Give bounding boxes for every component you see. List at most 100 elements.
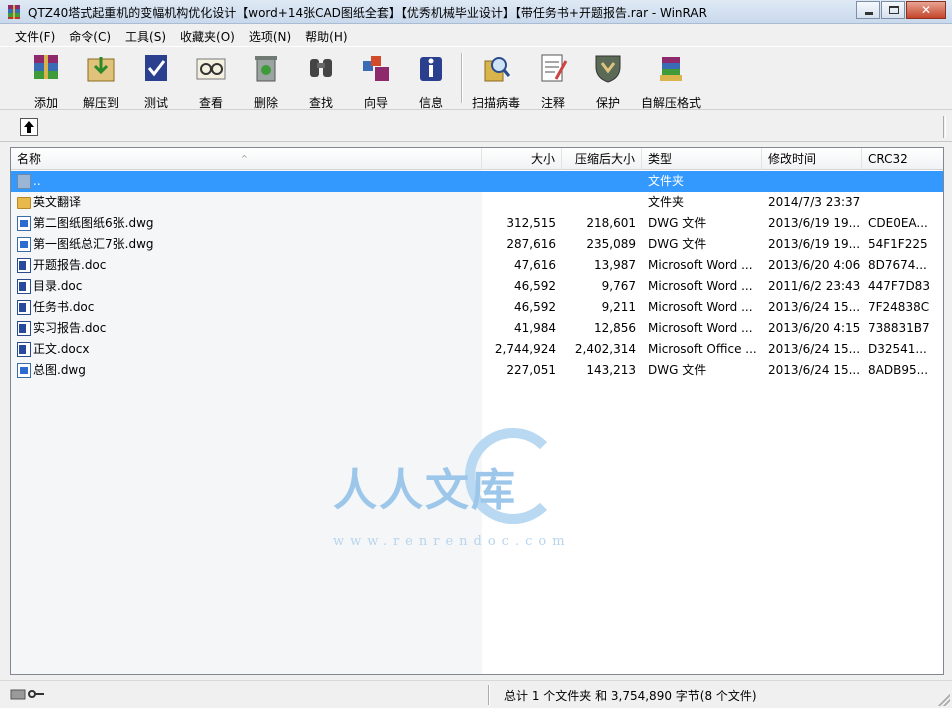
file-size bbox=[482, 192, 556, 213]
column-header-name[interactable]: 名称 ^ bbox=[11, 148, 482, 170]
info-icon bbox=[420, 57, 442, 81]
protect-button[interactable]: 保护 bbox=[580, 49, 636, 110]
file-size: 227,051 bbox=[506, 363, 556, 377]
file-row[interactable]: 第一图纸总汇7张.dwg 287,616 235,089 DWG 文件 2013/6/1… bbox=[11, 234, 943, 255]
file-row[interactable]: 正文.docx 2,744,924 2,402,314 Microsoft Offic… bbox=[11, 339, 943, 360]
extract-button[interactable]: 解压到 bbox=[73, 49, 129, 110]
menu-file[interactable]: 文件(F) bbox=[8, 25, 62, 45]
minimize-icon bbox=[865, 12, 873, 15]
add-icon bbox=[34, 55, 58, 79]
address-bar-grip bbox=[943, 116, 946, 138]
menu-tools[interactable]: 工具(S) bbox=[118, 25, 173, 45]
column-header-size[interactable]: 大小 bbox=[482, 148, 562, 170]
file-crc32: 738831B7 bbox=[868, 321, 930, 335]
file-row[interactable]: 英文翻译 文件夹 2014/7/3 23:37 bbox=[11, 192, 943, 213]
view-button[interactable]: 查看 bbox=[183, 49, 239, 110]
file-packed-size: 9,211 bbox=[601, 300, 636, 314]
protect-icon bbox=[595, 55, 621, 83]
file-modified: 2013/6/24 15... bbox=[768, 363, 861, 377]
title-bar[interactable]: QTZ40塔式起重机的变幅机构优化设计【word+14张CAD图纸全套】【优秀机… bbox=[0, 0, 952, 24]
status-summary: 总计 1 个文件夹 和 3,754,890 字节(8 个文件) bbox=[504, 689, 757, 703]
file-modified: 2013/6/20 4:06 bbox=[768, 258, 861, 272]
menu-favorites[interactable]: 收藏夹(O) bbox=[173, 25, 242, 45]
column-header-modified[interactable]: 修改时间 bbox=[762, 148, 862, 170]
wizard-label: 向导 bbox=[363, 96, 388, 110]
info-button[interactable]: 信息 bbox=[403, 49, 459, 110]
file-size: 41,984 bbox=[514, 321, 556, 335]
toolbar: 添加 解压到 测试 查看 删除 查找 向导 信息 扫描病毒 注释 保护 自解压格… bbox=[0, 46, 952, 110]
test-button[interactable]: 测试 bbox=[128, 49, 184, 110]
window-title: QTZ40塔式起重机的变幅机构优化设计【word+14张CAD图纸全套】【优秀机… bbox=[28, 6, 707, 20]
menu-options[interactable]: 选项(N) bbox=[242, 25, 298, 45]
wizard-button[interactable]: 向导 bbox=[348, 49, 404, 110]
file-row[interactable]: 第二图纸图纸6张.dwg 312,515 218,601 DWG 文件 2013/6/1… bbox=[11, 213, 943, 234]
file-type: DWG 文件 bbox=[648, 216, 707, 230]
menu-bar: 文件(F) 命令(C) 工具(S) 收藏夹(O) 选项(N) 帮助(H) bbox=[0, 25, 952, 45]
file-row[interactable]: 任务书.doc 46,592 9,211 Microsoft Word ... 2013… bbox=[11, 297, 943, 318]
find-button[interactable]: 查找 bbox=[293, 49, 349, 110]
file-packed-size: 12,856 bbox=[594, 321, 636, 335]
file-packed-size: 218,601 bbox=[586, 216, 636, 230]
column-header-crc32[interactable]: CRC32 bbox=[862, 148, 943, 170]
file-name: .. bbox=[33, 174, 41, 188]
file-modified: 2013/6/20 4:15 bbox=[768, 321, 861, 335]
word-file-icon bbox=[17, 300, 31, 315]
word-file-icon bbox=[17, 321, 31, 336]
menu-commands[interactable]: 命令(C) bbox=[62, 25, 118, 45]
extract-icon bbox=[87, 57, 115, 82]
up-one-level-button[interactable] bbox=[20, 118, 38, 136]
file-type: Microsoft Word ... bbox=[648, 258, 753, 272]
file-crc32: D32541... bbox=[868, 342, 927, 356]
file-list[interactable]: 名称 ^ 大小 压缩后大小 类型 修改时间 CRC32 .. 文件夹英文翻译 文件夹… bbox=[10, 147, 944, 675]
file-type: DWG 文件 bbox=[648, 237, 707, 251]
winrar-app-icon bbox=[8, 5, 20, 19]
file-row[interactable]: 总图.dwg 227,051 143,213 DWG 文件 2013/6/24 15..… bbox=[11, 360, 943, 381]
file-row[interactable]: .. 文件夹 bbox=[11, 171, 943, 192]
comment-button[interactable]: 注释 bbox=[525, 49, 581, 110]
virus-scan-button[interactable]: 扫描病毒 bbox=[468, 49, 524, 110]
delete-button[interactable]: 删除 bbox=[238, 49, 294, 110]
column-header-packed[interactable]: 压缩后大小 bbox=[562, 148, 642, 170]
file-name: 实习报告.doc bbox=[33, 321, 107, 335]
file-name: 目录.doc bbox=[33, 279, 83, 293]
file-name: 任务书.doc bbox=[33, 300, 95, 314]
file-size bbox=[482, 171, 556, 192]
file-type: Microsoft Word ... bbox=[648, 279, 753, 293]
view-label: 查看 bbox=[198, 96, 223, 110]
sort-ascending-icon: ^ bbox=[241, 154, 248, 163]
file-row[interactable]: 目录.doc 46,592 9,767 Microsoft Word ... 2011/… bbox=[11, 276, 943, 297]
wizard-icon bbox=[363, 56, 389, 81]
file-modified: 2011/6/2 23:43 bbox=[768, 279, 861, 293]
file-modified: 2013/6/19 19... bbox=[768, 216, 861, 230]
file-size: 46,592 bbox=[514, 279, 556, 293]
word-file-icon bbox=[17, 279, 31, 294]
close-icon: ✕ bbox=[920, 3, 932, 17]
file-type: Microsoft Word ... bbox=[648, 300, 753, 314]
resize-grip[interactable] bbox=[938, 694, 950, 706]
file-type: DWG 文件 bbox=[648, 363, 707, 377]
file-modified: 2014/7/3 23:37 bbox=[768, 195, 861, 209]
close-button[interactable]: ✕ bbox=[906, 1, 946, 19]
file-row[interactable]: 开题报告.doc 47,616 13,987 Microsoft Word ... 20… bbox=[11, 255, 943, 276]
file-modified bbox=[768, 171, 862, 192]
file-modified: 2013/6/19 19... bbox=[768, 237, 861, 251]
file-packed-size: 13,987 bbox=[594, 258, 636, 272]
toolbar-separator bbox=[461, 53, 463, 103]
sfx-button[interactable]: 自解压格式 bbox=[636, 49, 706, 110]
virus-scan-icon bbox=[484, 57, 511, 82]
file-size: 287,616 bbox=[506, 237, 556, 251]
address-bar bbox=[0, 112, 952, 142]
file-row[interactable]: 实习报告.doc 41,984 12,856 Microsoft Word ... 20… bbox=[11, 318, 943, 339]
add-button[interactable]: 添加 bbox=[18, 49, 74, 110]
maximize-icon bbox=[889, 6, 899, 14]
menu-help[interactable]: 帮助(H) bbox=[298, 25, 354, 45]
column-header-type[interactable]: 类型 bbox=[642, 148, 762, 170]
minimize-button[interactable] bbox=[856, 1, 880, 19]
virus-scan-label: 扫描病毒 bbox=[471, 96, 520, 110]
comment-icon bbox=[541, 54, 568, 82]
file-type: 文件夹 bbox=[648, 174, 685, 188]
file-name: 开题报告.doc bbox=[33, 258, 107, 272]
dwg-file-icon bbox=[17, 363, 31, 378]
maximize-button[interactable] bbox=[881, 1, 905, 19]
word-file-icon bbox=[17, 342, 31, 357]
